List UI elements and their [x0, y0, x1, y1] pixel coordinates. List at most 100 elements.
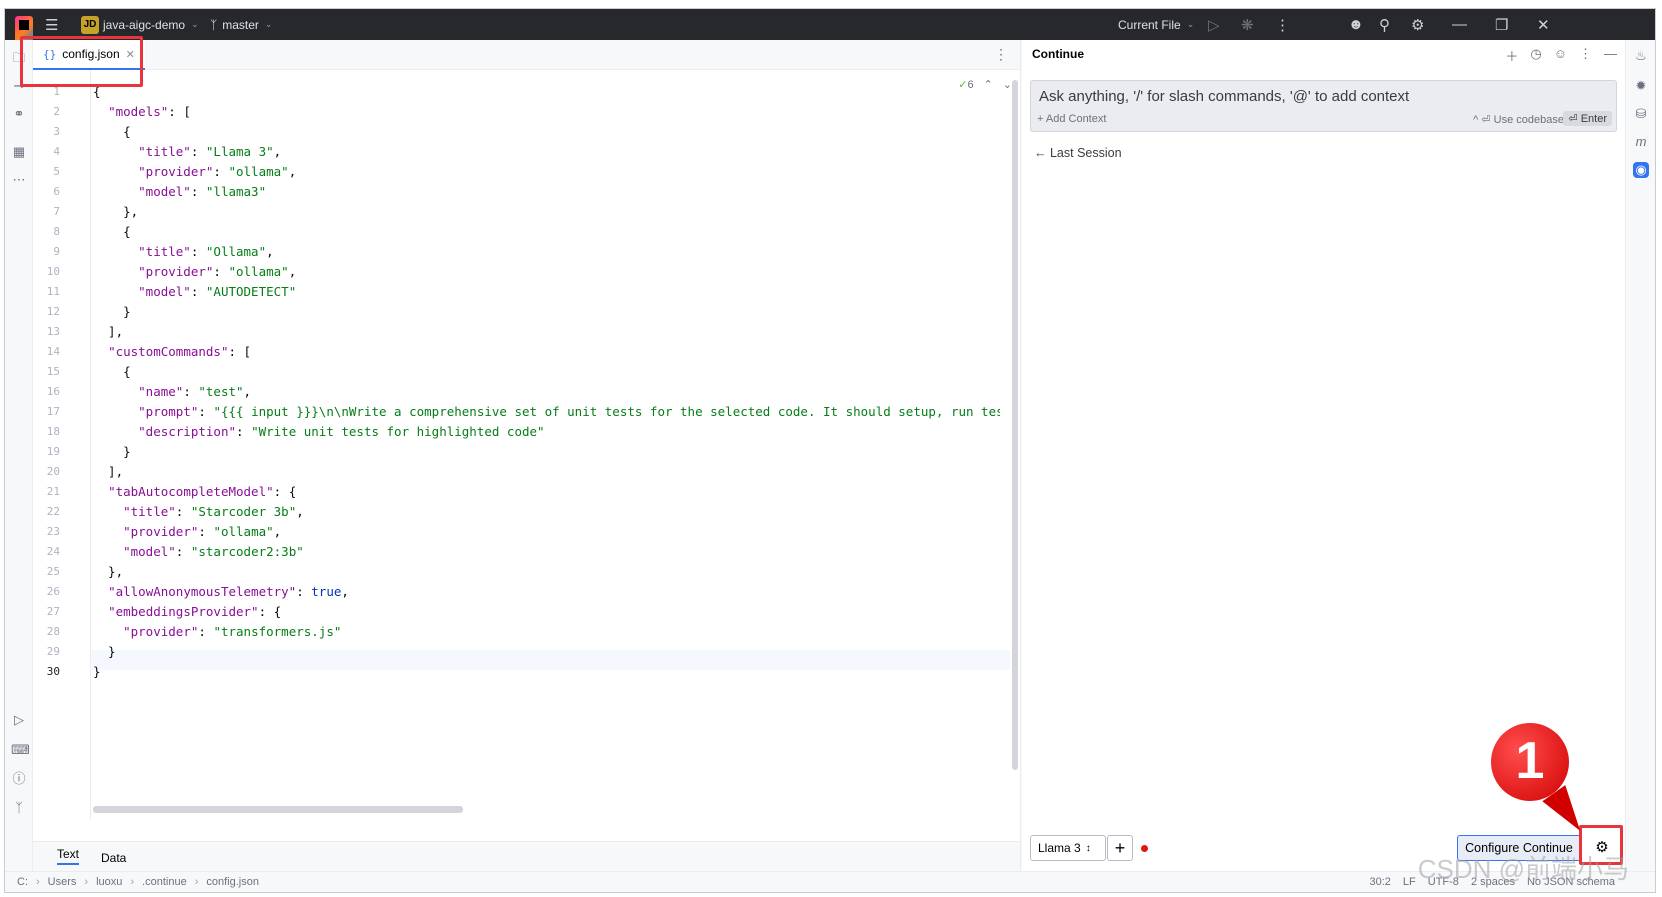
tab-data[interactable]: Data: [101, 851, 126, 865]
hide-panel-icon[interactable]: —: [1604, 46, 1617, 65]
code-line[interactable]: "model": "starcoder2:3b": [93, 542, 304, 562]
maven-icon[interactable]: m: [1633, 134, 1649, 150]
code-line[interactable]: }: [93, 662, 101, 682]
code-line[interactable]: "description": "Write unit tests for hig…: [93, 422, 544, 442]
line-number: 15: [46, 365, 60, 378]
code-line[interactable]: "customCommands": [: [93, 342, 251, 362]
breadcrumb-separator: ›: [194, 876, 199, 888]
panel-options-icon[interactable]: ⋮: [1579, 46, 1592, 65]
database-icon[interactable]: ⛁: [1633, 106, 1649, 122]
code-line[interactable]: "tabAutocompleteModel": {: [93, 482, 296, 502]
code-line[interactable]: {: [93, 362, 131, 382]
close-tab-icon[interactable]: ✕: [126, 48, 135, 61]
code-line[interactable]: "provider": "ollama",: [93, 262, 296, 282]
pull-requests-icon[interactable]: ⚭: [11, 106, 27, 122]
commit-icon[interactable]: ⊸: [11, 78, 27, 94]
use-codebase-button[interactable]: ^ ⏎ Use codebase: [1473, 113, 1564, 126]
status-dot: [1141, 845, 1148, 852]
last-session-link[interactable]: ← Last Session: [1034, 146, 1122, 160]
chevron-down-icon[interactable]: ⌄: [1003, 78, 1012, 91]
code-content[interactable]: { "models": [ { "title": "Llama 3", "pro…: [93, 70, 1000, 819]
run-icon[interactable]: ▷: [1208, 9, 1220, 40]
code-line[interactable]: },: [93, 562, 123, 582]
minimize-icon[interactable]: —: [1452, 9, 1467, 40]
more-settings-icon[interactable]: ☺: [1554, 46, 1567, 65]
search-icon[interactable]: ⚲: [1379, 9, 1390, 40]
code-line[interactable]: "model": "llama3": [93, 182, 266, 202]
code-line[interactable]: "provider": "ollama",: [93, 162, 296, 182]
services-icon[interactable]: ▷: [11, 712, 27, 728]
line-number: 6: [53, 185, 60, 198]
code-line[interactable]: ],: [93, 462, 123, 482]
line-number: 3: [53, 125, 60, 138]
code-line[interactable]: "provider": "ollama",: [93, 522, 281, 542]
editor-area: {} config.json ✕ ⋮ 1 2 3 4 5 6 7 8 9 10 11 12 13 14 15…: [20, 36, 1021, 871]
code-line[interactable]: {: [93, 122, 131, 142]
code-line[interactable]: "provider": "transformers.js": [93, 622, 341, 642]
problems-icon[interactable]: ⓘ: [11, 771, 27, 787]
code-line[interactable]: }: [93, 442, 131, 462]
breadcrumb-item[interactable]: luoxu: [96, 876, 122, 888]
chat-input-placeholder: Ask anything, '/' for slash commands, '@…: [1039, 88, 1410, 105]
main-menu-icon[interactable]: ☰: [45, 9, 58, 40]
model-selector[interactable]: Llama 3 ↕: [1030, 835, 1106, 861]
run-config-selector[interactable]: Current File ⌄: [1118, 9, 1194, 40]
code-line[interactable]: "allowAnonymousTelemetry": true,: [93, 582, 349, 602]
new-session-icon[interactable]: ＋: [1505, 46, 1518, 65]
horizontal-scrollbar[interactable]: [93, 806, 463, 813]
code-line[interactable]: "name": "test",: [93, 382, 251, 402]
terminal-icon[interactable]: ⌨: [11, 742, 30, 758]
ai-assistant-icon[interactable]: ✹: [1633, 78, 1649, 94]
code-line[interactable]: "model": "AUTODETECT": [93, 282, 296, 302]
debug-icon[interactable]: ❋: [1241, 9, 1254, 40]
line-separator[interactable]: LF: [1403, 876, 1416, 888]
history-icon[interactable]: ◷: [1530, 46, 1541, 65]
tab-config-json[interactable]: {} config.json ✕: [33, 40, 145, 70]
more-actions-icon[interactable]: ⋮: [1275, 9, 1290, 40]
add-model-button[interactable]: +: [1107, 835, 1133, 861]
more-tools-icon[interactable]: ⋯: [11, 172, 27, 188]
tab-text[interactable]: Text: [57, 847, 80, 865]
code-line[interactable]: {: [93, 82, 101, 102]
breadcrumb-item[interactable]: C:: [17, 876, 28, 888]
line-number: 30: [46, 665, 60, 678]
code-line[interactable]: }: [93, 642, 116, 662]
chevron-up-icon[interactable]: ⌃: [984, 78, 993, 91]
breadcrumb-item[interactable]: Users: [48, 876, 77, 888]
tab-options-icon[interactable]: ⋮: [994, 46, 1008, 63]
caret-position[interactable]: 30:2: [1370, 876, 1391, 888]
notifications-bell-icon[interactable]: ♨: [1633, 48, 1649, 64]
tab-label: config.json: [62, 47, 120, 61]
vertical-scrollbar[interactable]: [1012, 80, 1018, 770]
model-name: Llama 3: [1038, 841, 1081, 855]
code-line[interactable]: ],: [93, 322, 123, 342]
settings-gear-icon[interactable]: ⚙: [1411, 9, 1424, 40]
add-context-button[interactable]: + Add Context: [1037, 113, 1106, 125]
inspection-widget[interactable]: ✓6 ⌃ ⌄: [958, 78, 1012, 91]
continue-plugin-icon[interactable]: ◉: [1633, 162, 1649, 178]
structure-icon[interactable]: ▦: [11, 144, 27, 160]
line-number: 21: [46, 485, 60, 498]
breadcrumb-item[interactable]: config.json: [206, 876, 259, 888]
project-selector[interactable]: JD java-aigc-demo ⌄: [81, 9, 199, 40]
code-line[interactable]: "title": "Starcoder 3b",: [93, 502, 304, 522]
code-line[interactable]: "title": "Llama 3",: [93, 142, 281, 162]
line-number: 2: [53, 105, 60, 118]
code-line[interactable]: },: [93, 202, 138, 222]
code-line[interactable]: "title": "Ollama",: [93, 242, 274, 262]
code-line[interactable]: {: [93, 222, 131, 242]
code-line[interactable]: "embeddingsProvider": {: [93, 602, 281, 622]
enter-button[interactable]: ⏎ Enter: [1563, 111, 1612, 126]
git-icon[interactable]: ᛉ: [11, 800, 27, 816]
code-line[interactable]: "models": [: [93, 102, 191, 122]
restore-icon[interactable]: ❐: [1495, 9, 1508, 40]
close-window-icon[interactable]: ✕: [1537, 9, 1550, 40]
chat-input-box[interactable]: Ask anything, '/' for slash commands, '@…: [1030, 80, 1617, 132]
code-with-me-icon[interactable]: ☻: [1348, 9, 1364, 40]
breadcrumb-item[interactable]: .continue: [142, 876, 187, 888]
branch-selector[interactable]: ᛉ master ⌄: [210, 9, 272, 40]
code-line[interactable]: "prompt": "{{{ input }}}\n\nWrite a comp…: [93, 402, 1000, 422]
breadcrumb-separator: ›: [36, 876, 40, 888]
project-folder-icon[interactable]: 🗀: [11, 50, 27, 66]
code-line[interactable]: }: [93, 302, 131, 322]
